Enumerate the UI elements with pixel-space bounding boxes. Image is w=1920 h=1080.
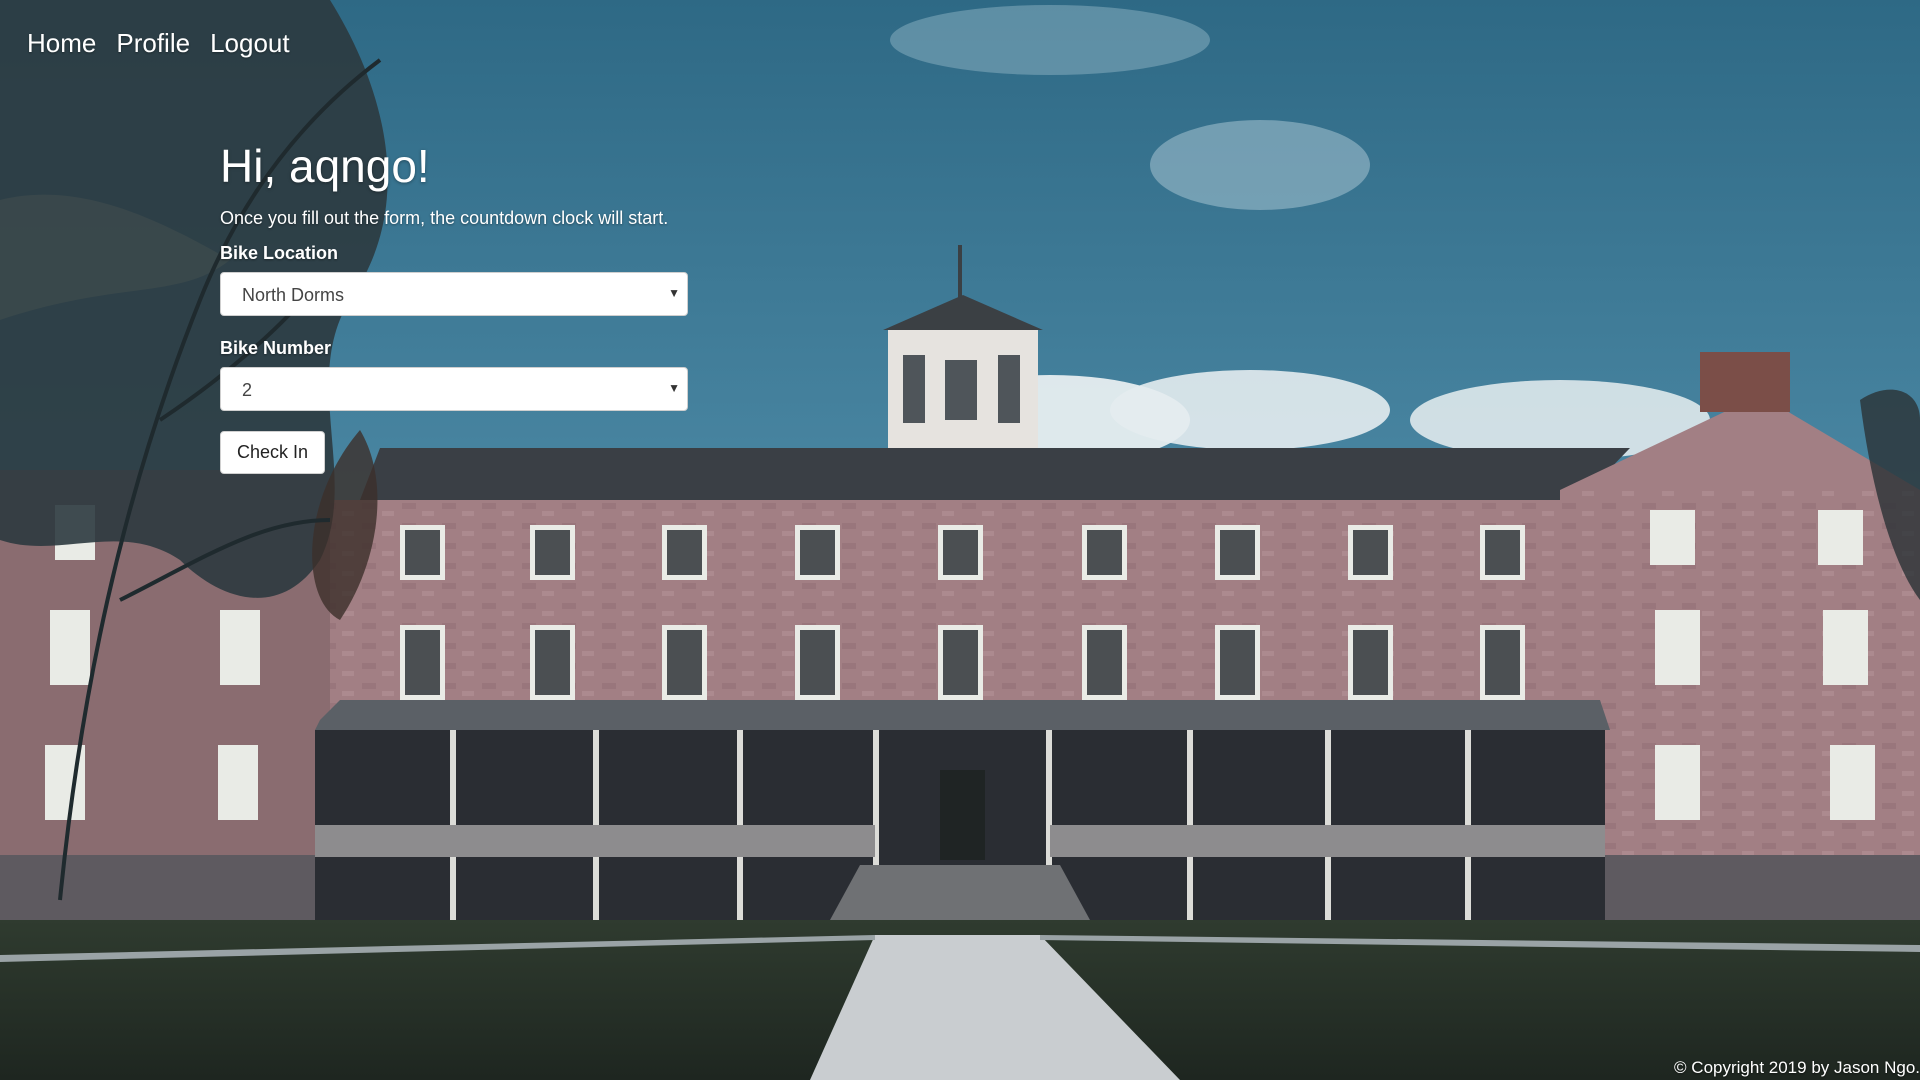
nav-home-link[interactable]: Home — [27, 28, 96, 59]
form-instructions: Once you fill out the form, the countdow… — [220, 208, 669, 228]
top-nav: Home Profile Logout — [27, 28, 310, 59]
bike-location-select[interactable]: North Dorms ▼ — [220, 272, 688, 316]
nav-logout-link[interactable]: Logout — [210, 28, 290, 59]
nav-profile-link[interactable]: Profile — [116, 28, 190, 59]
bike-number-select[interactable]: 2 ▼ — [220, 367, 688, 411]
caret-down-icon: ▼ — [668, 286, 680, 300]
check-in-button[interactable]: Check In — [220, 431, 326, 474]
checkin-form: Hi, aqngo! Once you fill out the form, t… — [220, 140, 690, 474]
caret-down-icon: ▼ — [668, 381, 680, 395]
bike-number-label: Bike Number — [220, 338, 332, 358]
page-title: Hi, aqngo! — [220, 140, 430, 192]
bike-location-value: North Dorms — [242, 285, 345, 305]
bike-location-label: Bike Location — [220, 243, 339, 263]
bike-number-value: 2 — [242, 380, 253, 400]
copyright-footer: © Copyright 2019 by Jason Ngo. — [1674, 1058, 1920, 1077]
